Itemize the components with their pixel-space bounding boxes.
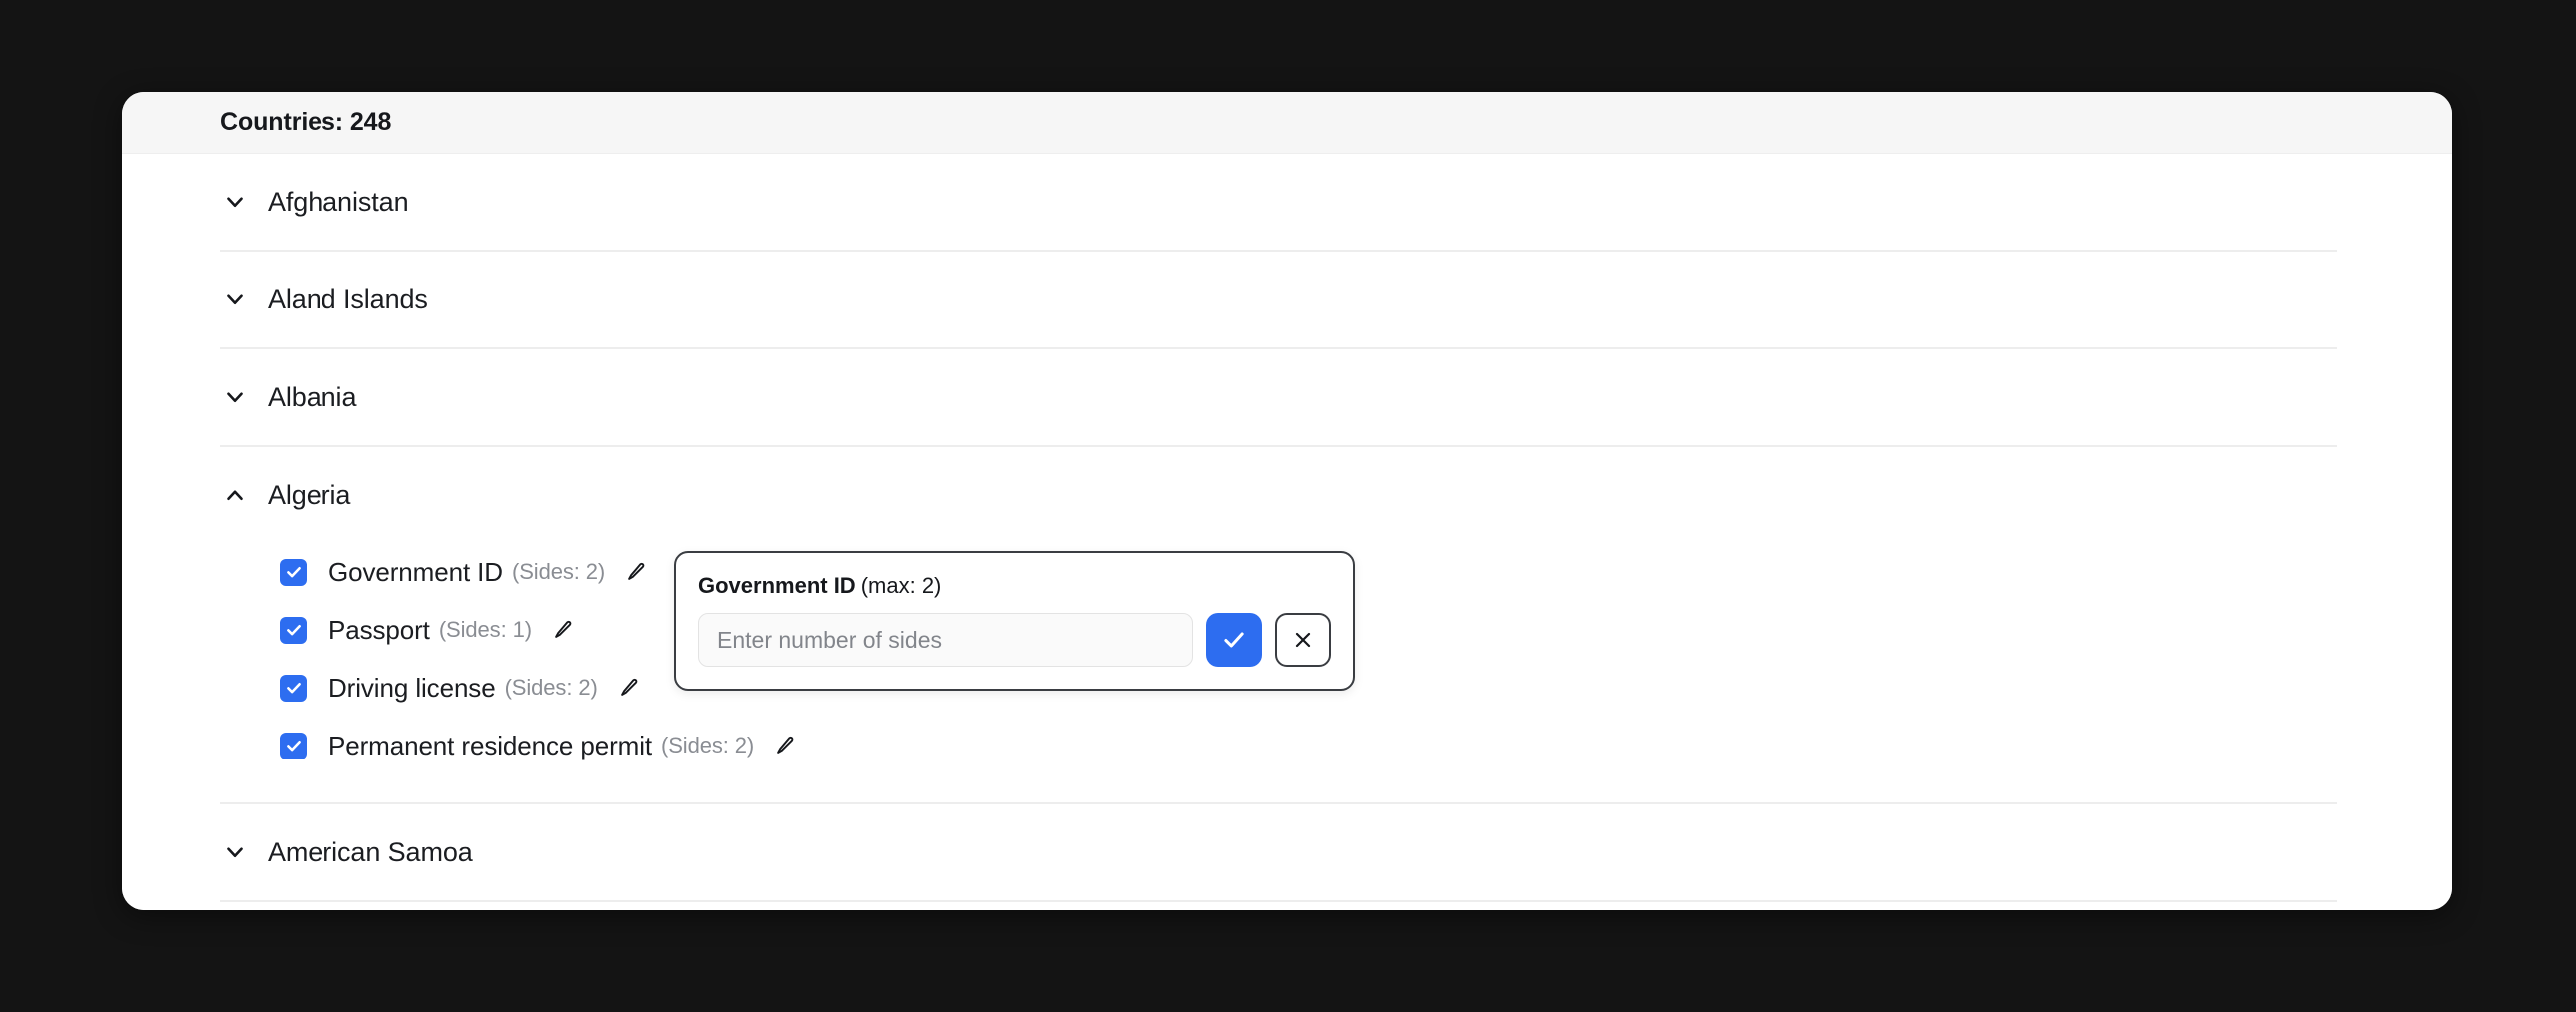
card-body: Afghanistan Aland Islands Albania Algeri… — [122, 154, 2452, 910]
pencil-icon[interactable] — [615, 674, 643, 702]
popup-controls — [698, 613, 1331, 667]
document-row: Permanent residence permit (Sides: 2) — [122, 717, 2452, 774]
chevron-down-icon[interactable] — [220, 187, 250, 217]
document-name: Passport — [328, 614, 430, 645]
document-checkbox[interactable] — [280, 558, 307, 586]
chevron-down-icon[interactable] — [220, 382, 250, 412]
card-header: Countries: 248 — [122, 92, 2452, 154]
document-sides: (Sides: 1) — [438, 617, 532, 642]
pencil-icon[interactable] — [622, 558, 650, 586]
country-name: Aland Islands — [268, 283, 428, 314]
document-name: Driving license — [328, 672, 496, 703]
popup-document-name: Government ID — [698, 573, 856, 598]
countries-card: Countries: 248 Afghanistan Aland Islands… — [122, 92, 2452, 910]
country-name: Algeria — [268, 479, 351, 510]
document-name: Government ID — [328, 556, 503, 587]
pencil-icon[interactable] — [549, 616, 577, 644]
country-row-albania[interactable]: Albania — [122, 349, 2452, 445]
document-sides: (Sides: 2) — [512, 559, 606, 584]
document-checkbox[interactable] — [280, 732, 307, 759]
popup-max-label: (max: 2) — [860, 573, 942, 598]
country-block-albania: Albania — [122, 349, 2452, 447]
screen-backdrop: Countries: 248 Afghanistan Aland Islands… — [0, 0, 2576, 1012]
country-row-algeria[interactable]: Algeria — [122, 447, 2452, 543]
popup-title: Government ID (max: 2) — [698, 573, 1331, 599]
country-name: Albania — [268, 381, 357, 412]
confirm-button[interactable] — [1206, 613, 1262, 667]
document-name: Permanent residence permit — [328, 730, 652, 760]
document-checkbox[interactable] — [280, 616, 307, 644]
row-divider — [220, 900, 2337, 902]
chevron-down-icon[interactable] — [220, 837, 250, 867]
sides-input[interactable] — [698, 613, 1193, 667]
document-checkbox[interactable] — [280, 674, 307, 702]
country-block-aland-islands: Aland Islands — [122, 252, 2452, 349]
country-row-aland-islands[interactable]: Aland Islands — [122, 252, 2452, 347]
cancel-button[interactable] — [1275, 613, 1331, 667]
country-block-american-samoa: American Samoa — [122, 804, 2452, 902]
pencil-icon[interactable] — [771, 732, 799, 759]
country-name: Afghanistan — [268, 186, 409, 217]
sides-editor-popup: Government ID (max: 2) — [674, 551, 1355, 691]
document-sides: (Sides: 2) — [504, 675, 598, 700]
chevron-down-icon[interactable] — [220, 284, 250, 314]
document-sides: (Sides: 2) — [661, 733, 755, 758]
country-block-afghanistan: Afghanistan — [122, 154, 2452, 252]
chevron-up-icon[interactable] — [220, 480, 250, 510]
country-row-american-samoa[interactable]: American Samoa — [122, 804, 2452, 900]
check-icon — [1221, 627, 1247, 653]
country-list: Afghanistan Aland Islands Albania Algeri… — [122, 154, 2452, 902]
country-name: American Samoa — [268, 836, 473, 867]
page-title: Countries: 248 — [220, 108, 392, 136]
close-icon — [1291, 628, 1315, 652]
country-row-afghanistan[interactable]: Afghanistan — [122, 154, 2452, 250]
